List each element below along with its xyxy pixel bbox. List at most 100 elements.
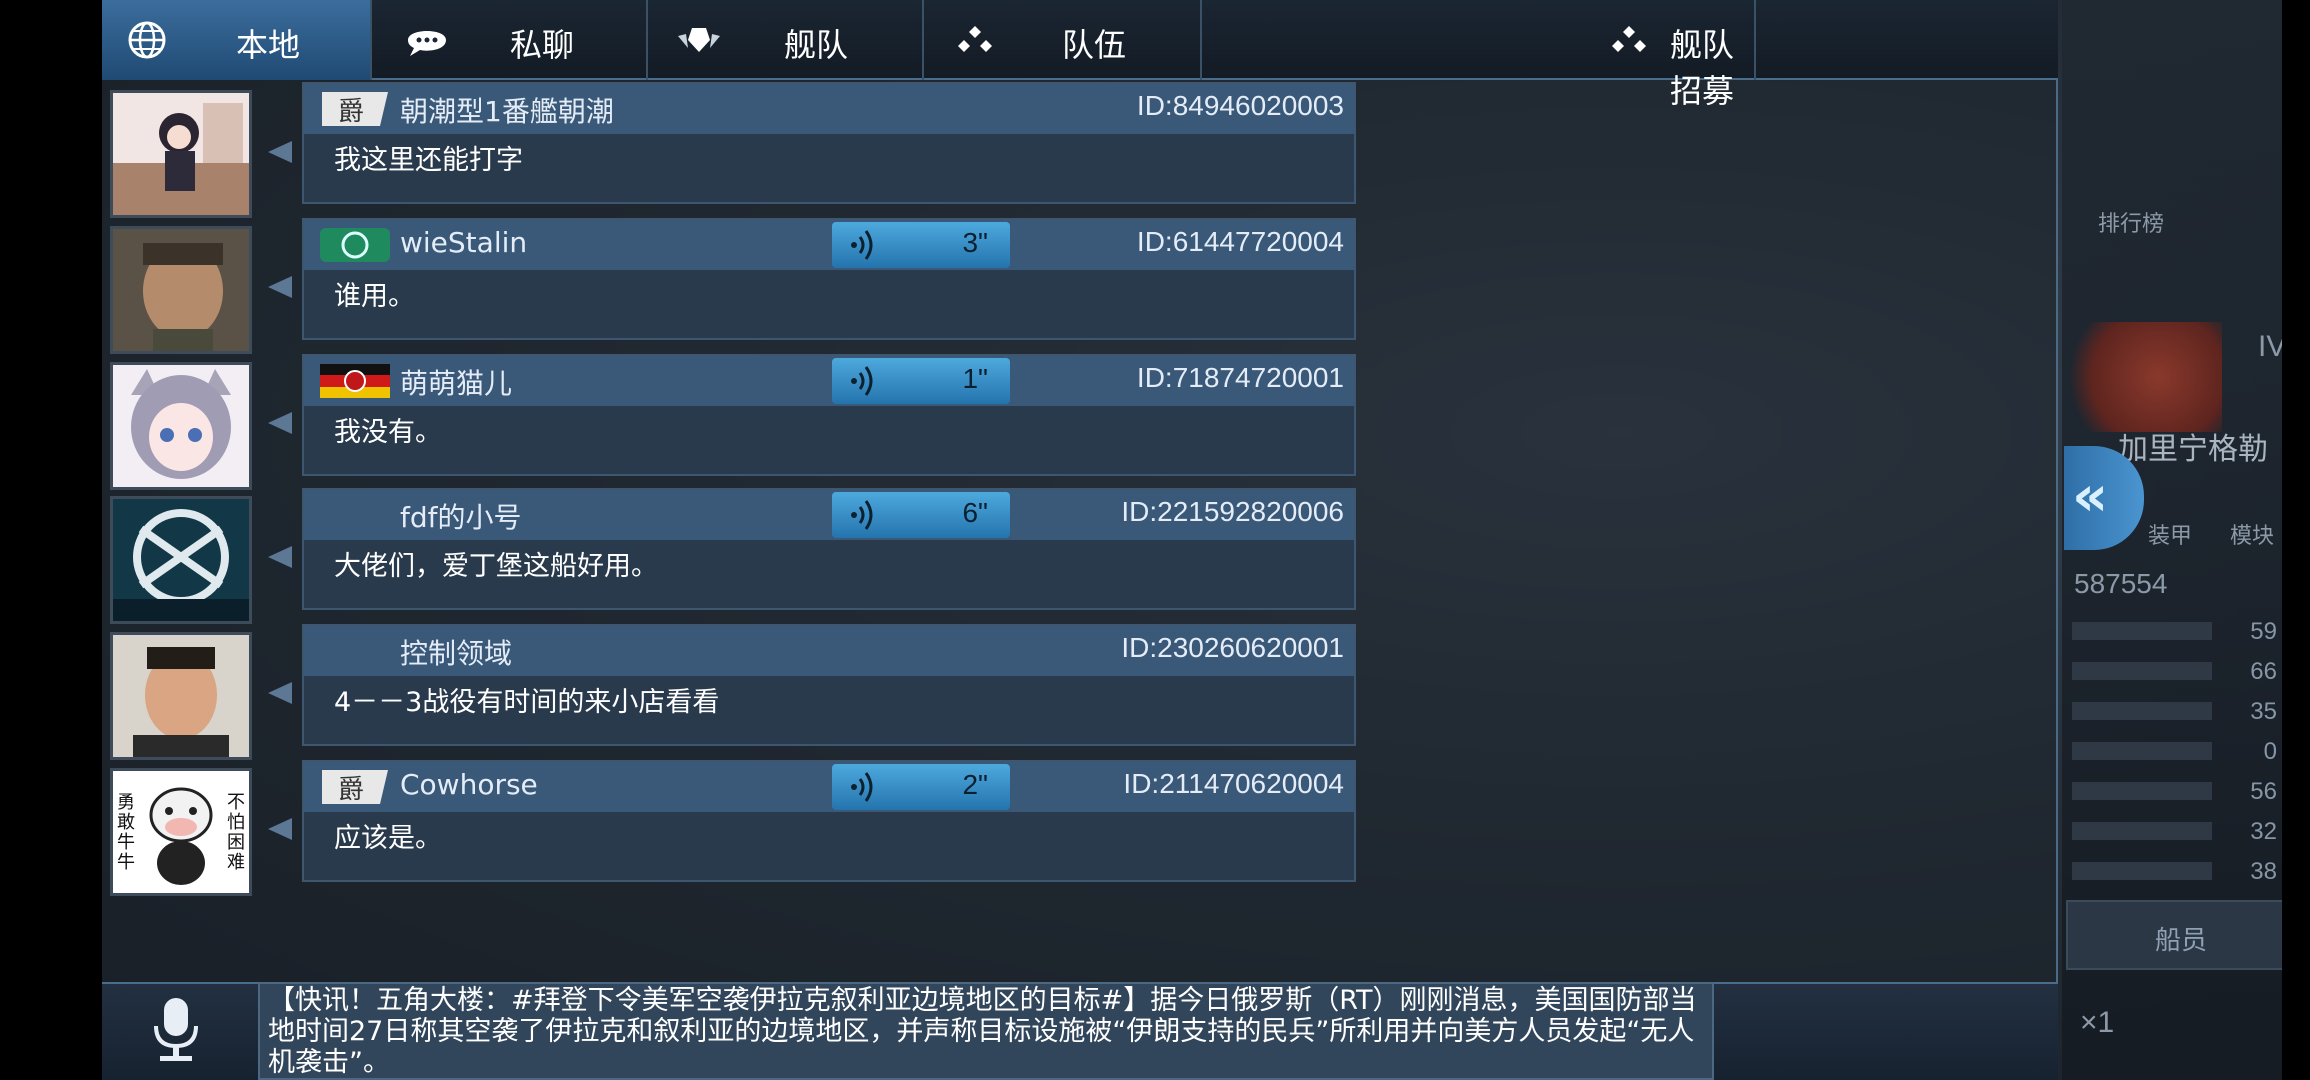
message-header: 爵 朝潮型1番艦朝潮 ID:84946020003 (304, 84, 1354, 134)
stat-row: 66 (2072, 658, 2277, 685)
avatar-man-photo-image (113, 229, 249, 351)
team-dots-icon (958, 26, 992, 52)
message-text: 大佬们，爱丁堡这船好用。 (334, 551, 658, 582)
bubble-pointer (268, 682, 292, 704)
user-avatar[interactable]: 勇敢牛牛 不怕困难 (110, 768, 252, 896)
tab-label: 队伍 (1062, 26, 1127, 64)
chat-message[interactable]: fdf的小号 6" ID:221592820006 大佬们，爱丁堡这船好用。 (302, 488, 1356, 610)
message-text: 谁用。 (334, 281, 415, 312)
tab-label: 舰队 (784, 26, 849, 64)
avatar-anime-girl-image (113, 93, 249, 215)
fleet-emblem-icon (678, 28, 720, 52)
module-label[interactable]: 模块 (2230, 518, 2274, 550)
tab-fleet[interactable]: 舰队 (650, 0, 924, 80)
voice-duration: 2" (962, 769, 988, 800)
voice-message-button[interactable]: 3" (832, 222, 1010, 268)
news-text: 【快讯！五角大楼：#拜登下令美军空袭伊拉克叙利亚边境地区的目标#】据今日俄罗斯（… (268, 985, 1697, 1078)
user-avatar[interactable] (110, 90, 252, 218)
left-screen-edge (0, 0, 102, 1080)
rank-badge-icon: 爵 (322, 770, 388, 805)
user-avatar[interactable] (110, 632, 252, 760)
user-id: ID:230260620001 (1121, 632, 1344, 663)
bubble-pointer (268, 546, 292, 568)
tab-private-chat[interactable]: 私聊 (374, 0, 648, 80)
ship-flag-image (2062, 322, 2222, 432)
voice-message-button[interactable]: 6" (832, 492, 1010, 538)
chat-message[interactable]: 萌萌猫儿 1" ID:71874720001 我没有。 (302, 354, 1356, 476)
tab-label: 舰队招募 (1670, 26, 1735, 110)
tab-team[interactable]: 队伍 (926, 0, 1202, 80)
user-avatar[interactable] (110, 226, 252, 354)
ship-name: 加里宁格勒 (2118, 433, 2268, 466)
rank-label[interactable]: 排行榜 (2098, 206, 2164, 238)
username[interactable]: wieStalin (400, 226, 527, 259)
crew-button[interactable]: 船员 (2066, 900, 2296, 970)
chat-bubble-icon (408, 31, 446, 56)
recruit-dots-icon (1612, 26, 1646, 52)
chat-message[interactable]: wieStalin 3" ID:61447720004 谁用。 (302, 218, 1356, 340)
username[interactable]: 控制领域 (400, 632, 512, 672)
username[interactable]: 萌萌猫儿 (400, 362, 512, 402)
avatar-cat-girl-image (113, 365, 249, 487)
user-id: ID:84946020003 (1136, 90, 1344, 121)
message-text: 应该是。 (334, 823, 442, 854)
message-header: 控制领域 ID:230260620001 (304, 626, 1354, 676)
voice-duration: 3" (962, 227, 988, 258)
avatar-emblem-image (113, 499, 249, 621)
sound-wave-icon (851, 366, 873, 396)
stat-row: 59 (2072, 618, 2277, 645)
svg-text:爵: 爵 (338, 775, 364, 805)
right-screen-edge (2282, 0, 2310, 1080)
sound-wave-icon (851, 772, 873, 802)
stat-row: 35 (2072, 698, 2277, 725)
flag-badge-icon (320, 364, 390, 398)
user-id: ID:221592820006 (1121, 496, 1344, 527)
username[interactable]: Cowhorse (400, 768, 538, 801)
chat-message[interactable]: 爵 朝潮型1番艦朝潮 ID:84946020003 我这里还能打字 (302, 82, 1356, 204)
avatar-caption-right: 不怕困难 (227, 792, 245, 873)
chat-tab-bar: 本地 私聊 舰队 队伍 舰队招募 (102, 0, 2058, 110)
bubble-pointer (268, 141, 292, 163)
user-id: ID:61447720004 (1136, 226, 1344, 257)
voice-input-button[interactable] (140, 992, 212, 1066)
voice-duration: 1" (962, 363, 988, 394)
tab-label: 私聊 (510, 26, 575, 64)
stat-row: 32 (2072, 818, 2277, 845)
message-header: fdf的小号 6" ID:221592820006 (304, 490, 1354, 540)
voice-message-button[interactable]: 2" (832, 764, 1010, 810)
user-id: ID:211470620004 (1123, 768, 1344, 799)
svg-text:爵: 爵 (338, 97, 364, 127)
wreath-badge-icon (320, 228, 390, 262)
double-chevron-left-icon: « (2072, 464, 2108, 529)
combat-power: 587554 (2074, 568, 2168, 599)
message-text: 4－－3战役有时间的来小店看看 (334, 687, 720, 718)
tab-fleet-recruit[interactable]: 舰队招募 (1204, 0, 1756, 110)
tab-local[interactable]: 本地 (102, 0, 372, 80)
user-id: ID:71874720001 (1136, 362, 1344, 393)
stat-row: 38 (2072, 858, 2277, 885)
user-avatar[interactable] (110, 496, 252, 624)
armor-label[interactable]: 装甲 (2148, 518, 2192, 550)
bubble-pointer (268, 412, 292, 434)
stat-row: 0 (2072, 738, 2277, 765)
message-header: wieStalin 3" ID:61447720004 (304, 220, 1354, 270)
username[interactable]: 朝潮型1番艦朝潮 (400, 90, 614, 130)
message-header: 爵 Cowhorse 2" ID:211470620004 (304, 762, 1354, 812)
message-text: 我这里还能打字 (334, 145, 523, 176)
voice-duration: 6" (962, 497, 988, 528)
news-ticker[interactable]: 【快讯！五角大楼：#拜登下令美军空袭伊拉克叙利亚边境地区的目标#】据今日俄罗斯（… (258, 982, 1714, 1080)
bubble-pointer (268, 276, 292, 298)
avatar-man-selfie-image (113, 635, 249, 757)
sound-wave-icon (851, 230, 873, 260)
stat-row: 56 (2072, 778, 2277, 805)
chat-message[interactable]: 爵 Cowhorse 2" ID:211470620004 应该是。 (302, 760, 1356, 882)
multiplier-label: ×1 (2080, 1006, 2115, 1039)
username[interactable]: fdf的小号 (400, 496, 522, 536)
chat-message[interactable]: 控制领域 ID:230260620001 4－－3战役有时间的来小店看看 (302, 624, 1356, 746)
bubble-pointer (268, 818, 292, 840)
avatar-caption-left: 勇敢牛牛 (117, 792, 135, 873)
tab-label: 本地 (236, 26, 301, 64)
voice-message-button[interactable]: 1" (832, 358, 1010, 404)
user-avatar[interactable] (110, 362, 252, 490)
microphone-icon (154, 998, 198, 1061)
